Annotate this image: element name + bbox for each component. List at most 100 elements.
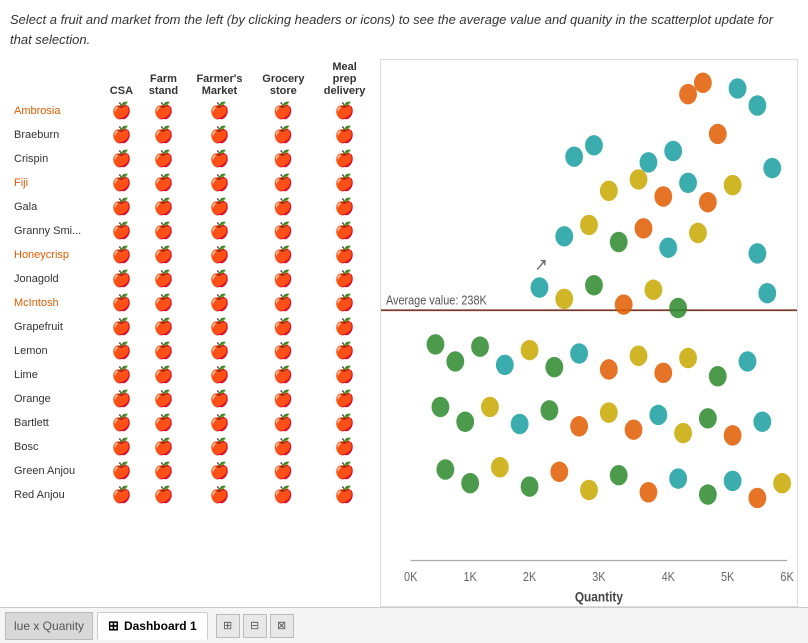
fruit-icon-cell[interactable]: 🍎 — [102, 363, 140, 387]
fruit-icon-cell[interactable]: 🍎 — [186, 483, 252, 507]
fruit-icon-cell[interactable]: 🍎 — [102, 147, 140, 171]
fruit-icon-cell[interactable]: 🍎 — [253, 171, 315, 195]
fruit-icon-cell[interactable]: 🍎 — [314, 267, 375, 291]
fruit-icon-cell[interactable]: 🍎 — [141, 363, 187, 387]
fruit-icon-cell[interactable]: 🍎 — [141, 147, 187, 171]
fruit-icon-cell[interactable]: 🍎 — [102, 195, 140, 219]
fruit-name-cell[interactable]: Granny Smi... — [10, 219, 102, 243]
fruit-name-cell[interactable]: Orange — [10, 387, 102, 411]
fruit-icon-cell[interactable]: 🍎 — [253, 99, 315, 123]
fruit-icon-cell[interactable]: 🍎 — [314, 411, 375, 435]
fruit-icon-cell[interactable]: 🍎 — [314, 315, 375, 339]
fruit-name-cell[interactable]: Bartlett — [10, 411, 102, 435]
fruit-name-cell[interactable]: Green Anjou — [10, 459, 102, 483]
fruit-icon-cell[interactable]: 🍎 — [141, 339, 187, 363]
fruit-name-cell[interactable]: Lemon — [10, 339, 102, 363]
fruit-icon-cell[interactable]: 🍎 — [253, 459, 315, 483]
fruit-icon-cell[interactable]: 🍎 — [186, 411, 252, 435]
fruit-icon-cell[interactable]: 🍎 — [141, 195, 187, 219]
tab-action-duplicate[interactable]: ⊟ — [243, 614, 267, 638]
fruit-icon-cell[interactable]: 🍎 — [253, 315, 315, 339]
scatterplot[interactable]: Average value: 238K 0K 1K 2K 3K 4K 5K 6K… — [380, 59, 798, 607]
table-row[interactable]: Grapefruit🍎🍎🍎🍎🍎 — [10, 315, 375, 339]
table-row[interactable]: Crispin🍎🍎🍎🍎🍎 — [10, 147, 375, 171]
fruit-name-cell[interactable]: Honeycrisp — [10, 243, 102, 267]
fruit-name-cell[interactable]: Crispin — [10, 147, 102, 171]
table-row[interactable]: Jonagold🍎🍎🍎🍎🍎 — [10, 267, 375, 291]
fruit-icon-cell[interactable]: 🍎 — [141, 387, 187, 411]
fruit-icon-cell[interactable]: 🍎 — [186, 99, 252, 123]
fruit-icon-cell[interactable]: 🍎 — [253, 291, 315, 315]
fruit-name-cell[interactable]: Fiji — [10, 171, 102, 195]
fruit-name-cell[interactable]: Ambrosia — [10, 99, 102, 123]
fruit-icon-cell[interactable]: 🍎 — [314, 387, 375, 411]
fruit-icon-cell[interactable]: 🍎 — [314, 243, 375, 267]
fruit-icon-cell[interactable]: 🍎 — [186, 267, 252, 291]
fruit-icon-cell[interactable]: 🍎 — [141, 435, 187, 459]
fruit-name-cell[interactable]: Jonagold — [10, 267, 102, 291]
table-row[interactable]: Bosc🍎🍎🍎🍎🍎 — [10, 435, 375, 459]
fruit-icon-cell[interactable]: 🍎 — [314, 219, 375, 243]
fruit-icon-cell[interactable]: 🍎 — [186, 387, 252, 411]
fruit-icon-cell[interactable]: 🍎 — [186, 123, 252, 147]
fruit-icon-cell[interactable]: 🍎 — [186, 363, 252, 387]
fruit-icon-cell[interactable]: 🍎 — [141, 123, 187, 147]
fruit-icon-cell[interactable]: 🍎 — [102, 291, 140, 315]
fruit-icon-cell[interactable]: 🍎 — [102, 459, 140, 483]
table-row[interactable]: Honeycrisp🍎🍎🍎🍎🍎 — [10, 243, 375, 267]
fruit-icon-cell[interactable]: 🍎 — [314, 339, 375, 363]
tab-action-remove[interactable]: ⊠ — [270, 614, 294, 638]
fruit-name-cell[interactable]: Red Anjou — [10, 483, 102, 507]
fruit-icon-cell[interactable]: 🍎 — [186, 243, 252, 267]
fruit-icon-cell[interactable]: 🍎 — [253, 483, 315, 507]
fruit-icon-cell[interactable]: 🍎 — [102, 315, 140, 339]
tab-dashboard-1[interactable]: ⊞ Dashboard 1 — [97, 612, 208, 640]
col-header-csa[interactable]: CSA — [102, 59, 140, 99]
fruit-icon-cell[interactable]: 🍎 — [314, 363, 375, 387]
table-row[interactable]: Gala🍎🍎🍎🍎🍎 — [10, 195, 375, 219]
fruit-icon-cell[interactable]: 🍎 — [186, 195, 252, 219]
fruit-icon-cell[interactable]: 🍎 — [314, 123, 375, 147]
fruit-icon-cell[interactable]: 🍎 — [141, 219, 187, 243]
fruit-icon-cell[interactable]: 🍎 — [186, 315, 252, 339]
fruit-icon-cell[interactable]: 🍎 — [102, 411, 140, 435]
fruit-icon-cell[interactable]: 🍎 — [102, 483, 140, 507]
fruit-icon-cell[interactable]: 🍎 — [141, 483, 187, 507]
fruit-icon-cell[interactable]: 🍎 — [314, 147, 375, 171]
fruit-icon-cell[interactable]: 🍎 — [102, 219, 140, 243]
fruit-icon-cell[interactable]: 🍎 — [141, 267, 187, 291]
fruit-icon-cell[interactable]: 🍎 — [186, 219, 252, 243]
table-row[interactable]: Fiji🍎🍎🍎🍎🍎 — [10, 171, 375, 195]
fruit-icon-cell[interactable]: 🍎 — [102, 435, 140, 459]
fruit-icon-cell[interactable]: 🍎 — [141, 243, 187, 267]
fruit-icon-cell[interactable]: 🍎 — [314, 435, 375, 459]
table-row[interactable]: Lime🍎🍎🍎🍎🍎 — [10, 363, 375, 387]
table-row[interactable]: Ambrosia🍎🍎🍎🍎🍎 — [10, 99, 375, 123]
fruit-icon-cell[interactable]: 🍎 — [141, 291, 187, 315]
fruit-icon-cell[interactable]: 🍎 — [141, 315, 187, 339]
table-row[interactable]: Red Anjou🍎🍎🍎🍎🍎 — [10, 483, 375, 507]
fruit-name-cell[interactable]: Braeburn — [10, 123, 102, 147]
fruit-icon-cell[interactable]: 🍎 — [102, 123, 140, 147]
col-header-farm-stand[interactable]: Farmstand — [141, 59, 187, 99]
fruit-icon-cell[interactable]: 🍎 — [253, 363, 315, 387]
fruit-icon-cell[interactable]: 🍎 — [253, 123, 315, 147]
fruit-name-cell[interactable]: Gala — [10, 195, 102, 219]
tab-partial[interactable]: lue x Quanity — [5, 612, 93, 640]
fruit-icon-cell[interactable]: 🍎 — [102, 171, 140, 195]
fruit-icon-cell[interactable]: 🍎 — [314, 483, 375, 507]
col-header-grocery-store[interactable]: Grocerystore — [253, 59, 315, 99]
fruit-icon-cell[interactable]: 🍎 — [102, 267, 140, 291]
table-row[interactable]: Granny Smi...🍎🍎🍎🍎🍎 — [10, 219, 375, 243]
fruit-name-cell[interactable]: Bosc — [10, 435, 102, 459]
fruit-icon-cell[interactable]: 🍎 — [186, 291, 252, 315]
fruit-name-cell[interactable]: Grapefruit — [10, 315, 102, 339]
table-row[interactable]: McIntosh🍎🍎🍎🍎🍎 — [10, 291, 375, 315]
fruit-icon-cell[interactable]: 🍎 — [141, 171, 187, 195]
fruit-icon-cell[interactable]: 🍎 — [314, 459, 375, 483]
fruit-icon-cell[interactable]: 🍎 — [186, 171, 252, 195]
fruit-icon-cell[interactable]: 🍎 — [141, 99, 187, 123]
fruit-name-cell[interactable]: Lime — [10, 363, 102, 387]
fruit-icon-cell[interactable]: 🍎 — [253, 411, 315, 435]
table-row[interactable]: Lemon🍎🍎🍎🍎🍎 — [10, 339, 375, 363]
